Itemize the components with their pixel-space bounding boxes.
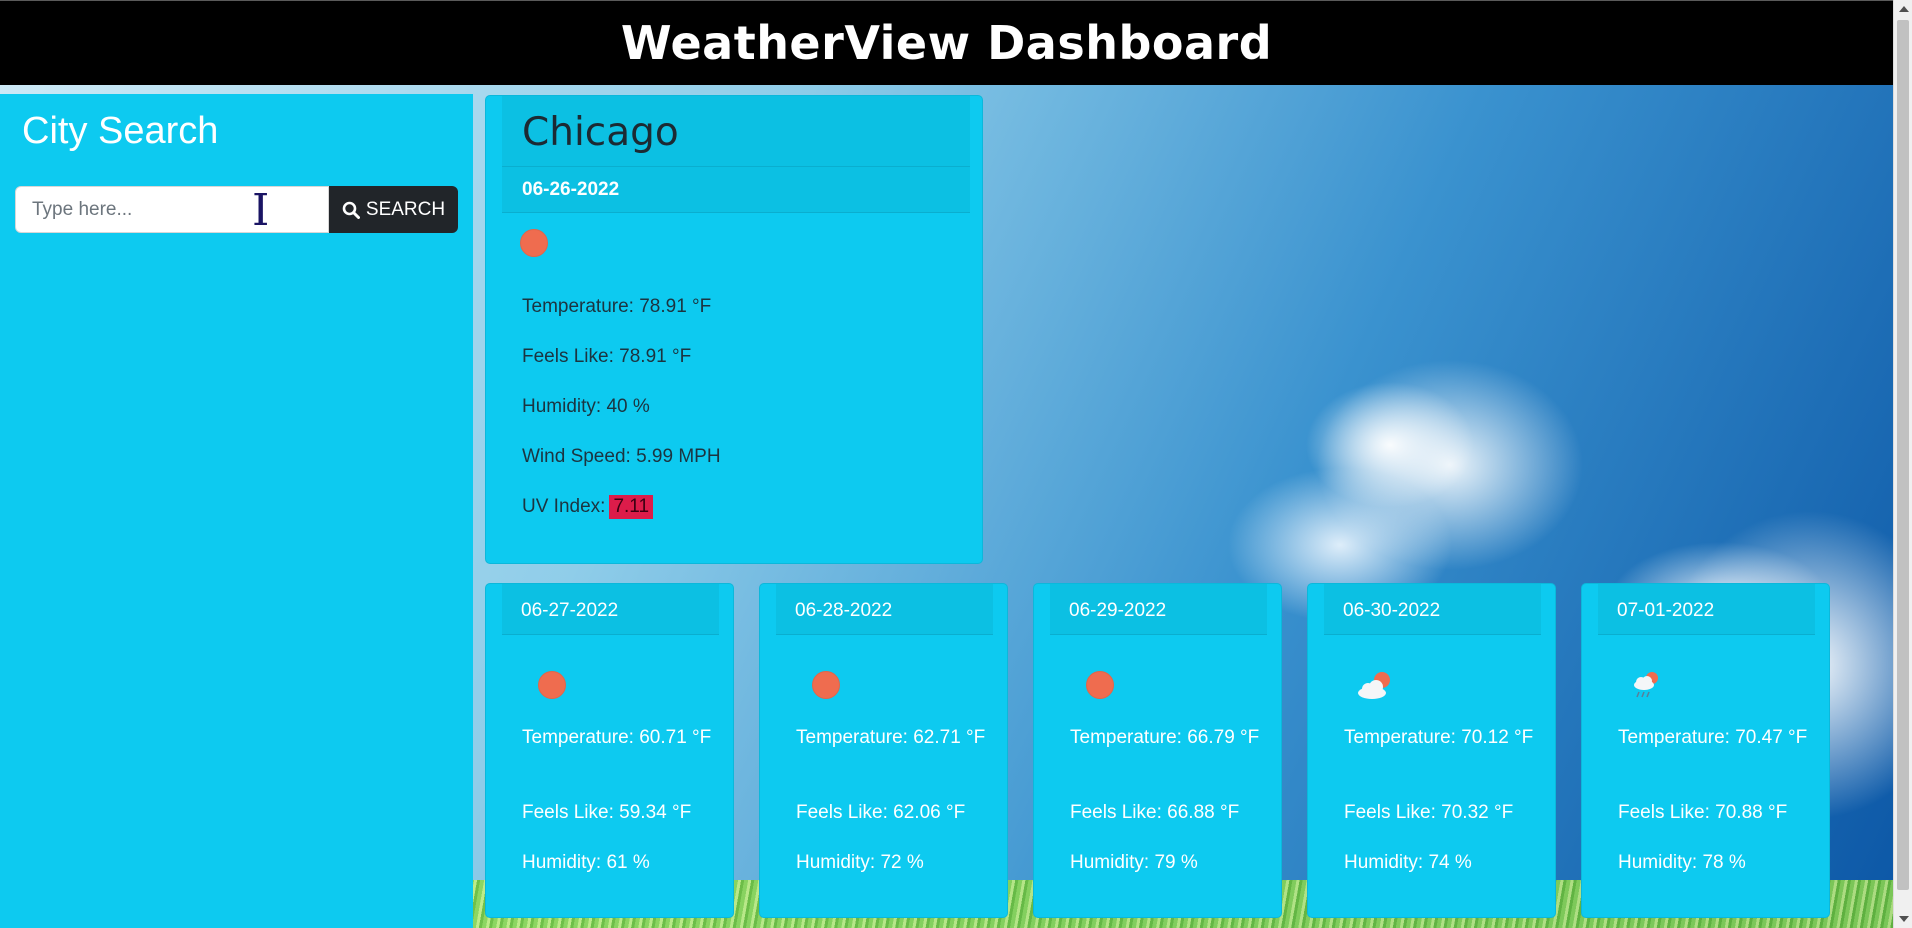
forecast-temperature: Temperature: 60.71 °F: [522, 727, 712, 748]
forecast-humidity: Humidity: 79 %: [1070, 852, 1198, 873]
forecast-feels-like: Feels Like: 59.34 °F: [522, 802, 692, 823]
forecast-card: 06-29-2022 Temperature: 66.79 °F Feels L…: [1033, 583, 1282, 918]
cloud-sun-icon: [1358, 672, 1390, 699]
forecast-date: 06-30-2022: [1343, 600, 1441, 621]
forecast-humidity: Humidity: 72 %: [796, 852, 924, 873]
forecast-date: 07-01-2022: [1617, 600, 1715, 621]
forecast-temperature: Temperature: 66.79 °F: [1070, 727, 1260, 748]
current-wind-speed: Wind Speed: 5.99 MPH: [522, 446, 721, 467]
forecast-date: 06-28-2022: [795, 600, 893, 621]
city-search-heading: City Search: [22, 110, 219, 152]
forecast-temperature: Temperature: 70.12 °F: [1344, 727, 1534, 748]
text-cursor-icon: I: [252, 185, 270, 236]
uv-index-label: UV Index:: [522, 496, 606, 517]
forecast-date: 06-29-2022: [1069, 600, 1167, 621]
sun-icon: [1086, 671, 1114, 699]
forecast-card: 07-01-2022 Temperature: 70.47 °F Feels L…: [1581, 583, 1830, 918]
city-search-input[interactable]: [15, 186, 329, 233]
app-header: WeatherView Dashboard: [0, 0, 1893, 85]
forecast-date-header: 07-01-2022: [1598, 584, 1815, 635]
city-search-panel: City Search I SEARCH: [0, 94, 473, 928]
page-title: WeatherView Dashboard: [620, 16, 1273, 70]
search-icon: [342, 201, 360, 219]
current-date-header: 06-26-2022: [502, 167, 970, 213]
forecast-temperature: Temperature: 70.47 °F: [1618, 727, 1808, 748]
search-button-label: SEARCH: [365, 198, 446, 220]
forecast-date-header: 06-29-2022: [1050, 584, 1267, 635]
scrollbar-thumb[interactable]: [1897, 20, 1909, 890]
current-date: 06-26-2022: [522, 179, 620, 200]
forecast-date-header: 06-30-2022: [1324, 584, 1541, 635]
forecast-card: 06-27-2022 Temperature: 60.71 °F Feels L…: [485, 583, 734, 918]
forecast-feels-like: Feels Like: 70.88 °F: [1618, 802, 1788, 823]
current-uv-index: UV Index: 7.11: [522, 495, 654, 519]
forecast-humidity: Humidity: 74 %: [1344, 852, 1472, 873]
current-temperature: Temperature: 78.91 °F: [522, 296, 712, 317]
forecast-card: 06-28-2022 Temperature: 62.71 °F Feels L…: [759, 583, 1008, 918]
forecast-date-header: 06-27-2022: [502, 584, 719, 635]
forecast-humidity: Humidity: 78 %: [1618, 852, 1746, 873]
page-scrollbar[interactable]: [1893, 0, 1912, 928]
scroll-up-icon[interactable]: [1899, 6, 1909, 12]
forecast-date: 06-27-2022: [521, 600, 619, 621]
current-humidity: Humidity: 40 %: [522, 396, 650, 417]
scroll-down-icon[interactable]: [1899, 916, 1909, 922]
current-weather-card: Chicago 06-26-2022 Temperature: 78.91 °F…: [485, 95, 983, 564]
current-feels-like: Feels Like: 78.91 °F: [522, 346, 692, 367]
search-button[interactable]: SEARCH: [329, 186, 458, 233]
forecast-feels-like: Feels Like: 62.06 °F: [796, 802, 966, 823]
forecast-temperature: Temperature: 62.71 °F: [796, 727, 986, 748]
sun-icon: [812, 671, 840, 699]
city-name: Chicago: [522, 110, 679, 155]
forecast-feels-like: Feels Like: 66.88 °F: [1070, 802, 1240, 823]
uv-index-badge: 7.11: [609, 495, 654, 519]
sun-icon: [538, 671, 566, 699]
forecast-humidity: Humidity: 61 %: [522, 852, 650, 873]
forecast-feels-like: Feels Like: 70.32 °F: [1344, 802, 1514, 823]
rain-sun-icon: [1634, 672, 1658, 698]
forecast-date-header: 06-28-2022: [776, 584, 993, 635]
city-header: Chicago: [502, 96, 970, 167]
sun-icon: [520, 229, 548, 257]
forecast-card: 06-30-2022 Temperature: 70.12 °F Feels L…: [1307, 583, 1556, 918]
